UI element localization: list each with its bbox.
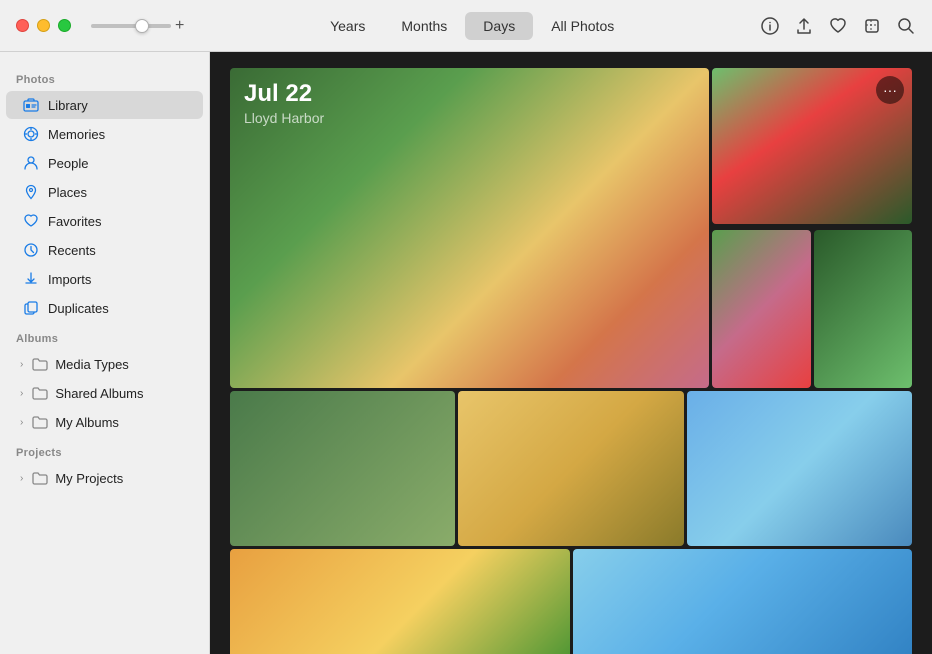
places-icon	[22, 183, 40, 201]
sidebar-item-recents[interactable]: Recents	[6, 236, 203, 264]
sidebar-section-photos: Photos	[0, 64, 209, 90]
traffic-lights	[16, 19, 71, 32]
more-options-button[interactable]: ···	[876, 76, 904, 104]
date-subtitle: Lloyd Harbor	[244, 110, 324, 126]
sidebar-section-projects: Projects	[0, 437, 209, 463]
date-overlay: Jul 22 Lloyd Harbor	[244, 80, 324, 126]
info-icon[interactable]	[760, 16, 780, 36]
main-layout: Photos Library	[0, 52, 932, 654]
chevron-right-icon: ›	[20, 359, 23, 370]
tab-allphotos[interactable]: All Photos	[533, 12, 632, 40]
sidebar-item-library[interactable]: Library	[6, 91, 203, 119]
tab-years[interactable]: Years	[312, 12, 383, 40]
minimize-button[interactable]	[37, 19, 50, 32]
chevron-right-icon-3: ›	[20, 417, 23, 428]
sidebar-item-people-label: People	[48, 156, 88, 171]
rotate-icon[interactable]	[862, 16, 882, 36]
favorites-icon	[22, 212, 40, 230]
sidebar-item-duplicates[interactable]: Duplicates	[6, 294, 203, 322]
sidebar-item-my-projects[interactable]: › My Projects	[6, 464, 203, 492]
sidebar-item-shared-albums-label: Shared Albums	[55, 386, 143, 401]
sidebar-item-places[interactable]: Places	[6, 178, 203, 206]
sidebar-item-library-label: Library	[48, 98, 88, 113]
sidebar-item-my-projects-label: My Projects	[55, 471, 123, 486]
sidebar-item-my-albums-label: My Albums	[55, 415, 119, 430]
search-icon[interactable]	[896, 16, 916, 36]
sidebar-item-favorites-label: Favorites	[48, 214, 101, 229]
chevron-right-icon-2: ›	[20, 388, 23, 399]
sidebar-item-people[interactable]: People	[6, 149, 203, 177]
sidebar-item-memories-label: Memories	[48, 127, 105, 142]
sidebar-item-recents-label: Recents	[48, 243, 96, 258]
sidebar-item-media-types[interactable]: › Media Types	[6, 350, 203, 378]
zoom-controls: +	[91, 17, 184, 35]
tab-days[interactable]: Days	[465, 12, 533, 40]
title-bar: + Years Months Days All Photos	[0, 0, 932, 52]
chevron-right-icon-4: ›	[20, 473, 23, 484]
sidebar-item-favorites[interactable]: Favorites	[6, 207, 203, 235]
sidebar-item-memories[interactable]: Memories	[6, 120, 203, 148]
media-types-folder-icon	[31, 355, 49, 373]
bottom-right-photo-1[interactable]	[712, 230, 811, 388]
recents-icon	[22, 241, 40, 259]
sidebar-item-places-label: Places	[48, 185, 87, 200]
share-icon[interactable]	[794, 16, 814, 36]
sidebar-item-imports[interactable]: Imports	[6, 265, 203, 293]
bottom-photo-1[interactable]	[230, 549, 570, 654]
duplicates-icon	[22, 299, 40, 317]
toolbar-icons	[760, 16, 916, 36]
imports-icon	[22, 270, 40, 288]
sidebar-section-albums: Albums	[0, 323, 209, 349]
maximize-button[interactable]	[58, 19, 71, 32]
sidebar-item-duplicates-label: Duplicates	[48, 301, 109, 316]
mid-photo-1[interactable]	[230, 391, 455, 546]
mid-photo-2[interactable]	[458, 391, 683, 546]
heart-icon[interactable]	[828, 16, 848, 36]
close-button[interactable]	[16, 19, 29, 32]
photo-grid: Jul 22 Lloyd Harbor ···	[210, 52, 932, 654]
sidebar-item-media-types-label: Media Types	[55, 357, 128, 372]
sidebar-item-my-albums[interactable]: › My Albums	[6, 408, 203, 436]
zoom-plus-icon[interactable]: +	[175, 17, 184, 35]
sidebar-item-shared-albums[interactable]: › Shared Albums	[6, 379, 203, 407]
nav-tabs: Years Months Days All Photos	[184, 12, 760, 40]
date-title: Jul 22	[244, 80, 324, 108]
shared-albums-folder-icon	[31, 384, 49, 402]
zoom-slider[interactable]	[91, 24, 171, 28]
tab-months[interactable]: Months	[383, 12, 465, 40]
mid-photo-3[interactable]	[687, 391, 912, 546]
bottom-photo-2[interactable]	[573, 549, 913, 654]
bottom-right-photo-2[interactable]	[814, 230, 913, 388]
my-projects-folder-icon	[31, 469, 49, 487]
my-albums-folder-icon	[31, 413, 49, 431]
people-icon	[22, 154, 40, 172]
library-icon	[22, 96, 40, 114]
memories-icon	[22, 125, 40, 143]
zoom-thumb[interactable]	[135, 19, 149, 33]
sidebar-item-imports-label: Imports	[48, 272, 91, 287]
top-right-photo[interactable]: ···	[712, 68, 912, 224]
sidebar: Photos Library	[0, 52, 210, 654]
